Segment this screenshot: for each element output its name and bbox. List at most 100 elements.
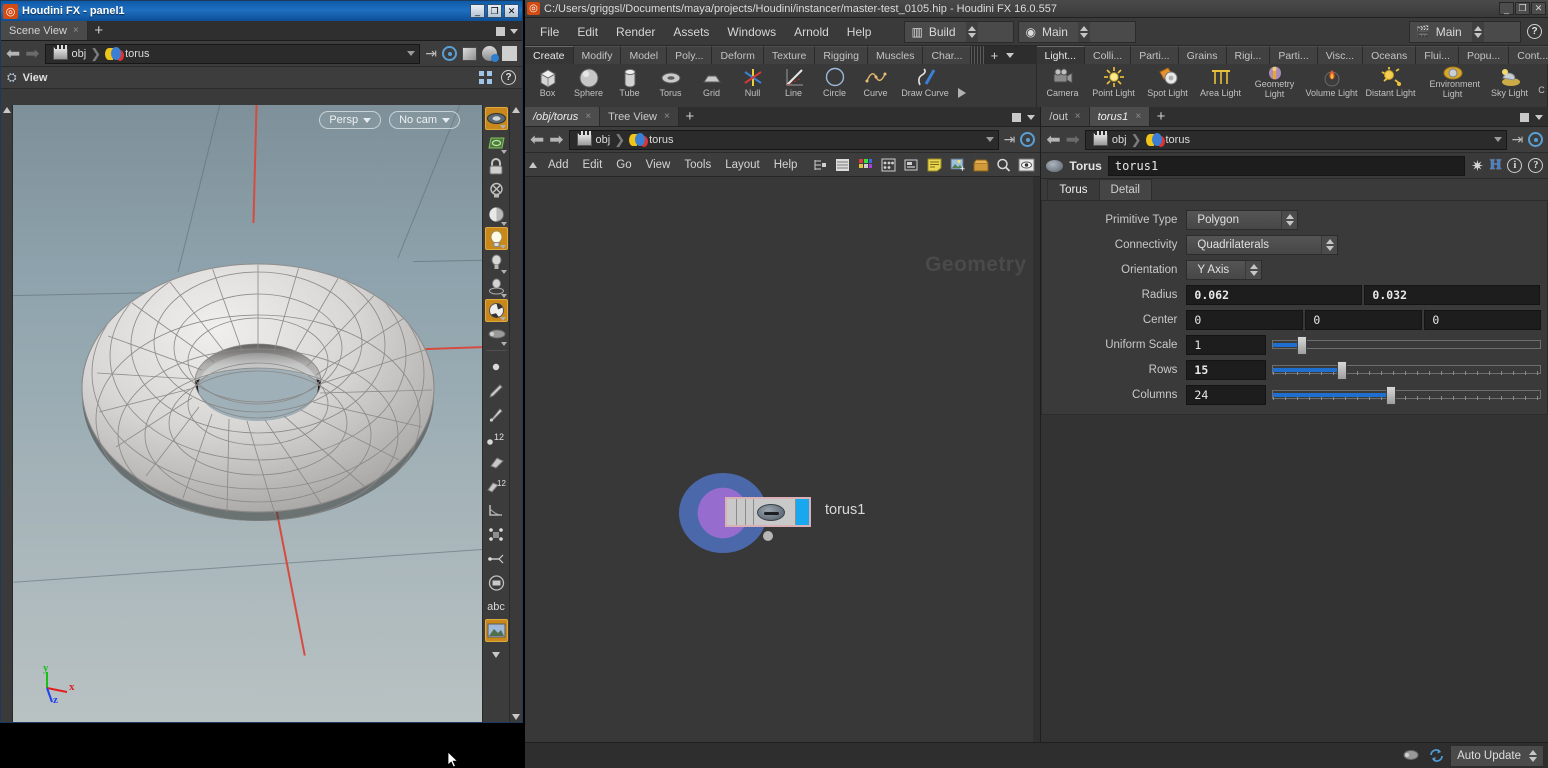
- node-display-flag-icon[interactable]: [757, 503, 785, 521]
- select-icon[interactable]: [485, 523, 508, 546]
- network-icon[interactable]: [479, 71, 493, 84]
- shelf-tool-sky-light[interactable]: Sky Light: [1485, 64, 1535, 106]
- forward-arrow-icon[interactable]: ➡: [1066, 131, 1080, 148]
- handle-icon[interactable]: [485, 547, 508, 570]
- shelf-tool-box[interactable]: Box: [527, 64, 568, 106]
- info-icon[interactable]: i: [1507, 158, 1523, 173]
- menu-render[interactable]: Render: [607, 22, 664, 42]
- shelf-tab-modify[interactable]: Modify: [573, 46, 622, 64]
- slider-handle[interactable]: [1337, 361, 1348, 380]
- network-menu-tools[interactable]: Tools: [677, 157, 718, 173]
- menu-file[interactable]: File: [531, 22, 568, 42]
- submenu-arrow-icon[interactable]: [499, 245, 506, 249]
- box-package-icon[interactable]: [971, 156, 990, 174]
- back-arrow-icon[interactable]: ⬅: [530, 131, 544, 148]
- shelf-tool-torus[interactable]: Torus: [650, 64, 691, 106]
- menu-assets[interactable]: Assets: [664, 22, 718, 42]
- help-icon[interactable]: ?: [1527, 24, 1542, 39]
- node-body[interactable]: [725, 497, 811, 527]
- breadcrumb-obj[interactable]: obj: [573, 131, 615, 146]
- pin-icon[interactable]: ⇥: [425, 45, 437, 62]
- network-menu-layout[interactable]: Layout: [718, 157, 767, 173]
- desktop-combo[interactable]: ▥ Build: [904, 20, 1015, 43]
- dim-light-icon[interactable]: [485, 275, 508, 298]
- point-light-icon[interactable]: [485, 251, 508, 274]
- viewport-persp-dropdown[interactable]: Persp: [319, 111, 382, 129]
- menu-edit[interactable]: Edit: [568, 22, 607, 42]
- panel1-path-field[interactable]: obj ❯ torus: [44, 43, 421, 64]
- auto-update-spinner[interactable]: [1529, 749, 1537, 762]
- shelf-tool-spot-light[interactable]: Spot Light: [1141, 64, 1195, 106]
- submenu-arrow-icon[interactable]: [500, 294, 507, 298]
- primitive-type-dropdown[interactable]: Polygon: [1186, 210, 1299, 230]
- desktop-combo-spinner[interactable]: [965, 21, 978, 42]
- search-icon[interactable]: [994, 156, 1013, 174]
- cube-icon[interactable]: [462, 46, 477, 61]
- orientation-dropdown[interactable]: Y Axis: [1186, 260, 1263, 280]
- shelf-grip[interactable]: [971, 46, 986, 64]
- shelf-tool-camera[interactable]: Camera: [1039, 64, 1087, 106]
- shelf-tab-populate[interactable]: Popu...: [1458, 46, 1510, 64]
- center-field-x[interactable]: 0: [1186, 310, 1304, 330]
- light-bulb-icon[interactable]: [484, 227, 508, 250]
- view-menu-icon[interactable]: ⛭: [7, 70, 17, 85]
- shelf-tool-circle[interactable]: Circle: [814, 64, 855, 106]
- shelf-tab-containers[interactable]: Cont...: [1509, 46, 1548, 64]
- hierarchy-icon[interactable]: [810, 156, 829, 174]
- material-icon[interactable]: [484, 299, 508, 322]
- minimize-button[interactable]: _: [470, 4, 485, 18]
- submenu-arrow-icon[interactable]: [499, 125, 506, 129]
- help-icon[interactable]: ?: [1528, 158, 1544, 173]
- breadcrumb-torus[interactable]: torus: [625, 132, 677, 147]
- restore-button[interactable]: ❐: [1515, 2, 1530, 15]
- shelf-tool-line[interactable]: Line: [773, 64, 814, 106]
- scroll-up-icon[interactable]: [512, 107, 520, 113]
- add-tab-button[interactable]: +: [88, 21, 110, 40]
- param-tab-detail[interactable]: Detail: [1098, 179, 1152, 200]
- target-icon[interactable]: [1020, 132, 1036, 147]
- scroll-up-icon[interactable]: [529, 161, 537, 168]
- breadcrumb-obj[interactable]: obj: [49, 45, 91, 60]
- tab-torus1[interactable]: torus1 ×: [1089, 107, 1151, 126]
- node-render-flag[interactable]: [796, 499, 809, 525]
- scroll-down-icon[interactable]: [512, 714, 520, 720]
- paint12-icon[interactable]: 12: [485, 475, 508, 498]
- help-icon[interactable]: ?: [501, 70, 516, 85]
- angle-icon[interactable]: [485, 499, 508, 522]
- param-tab-torus[interactable]: Torus: [1047, 179, 1100, 200]
- shelf-tab-fluids[interactable]: Flui...: [1416, 46, 1459, 64]
- shelf-tab-rigids[interactable]: Rigi...: [1226, 46, 1271, 64]
- no-light-icon[interactable]: [485, 179, 508, 202]
- render-icon[interactable]: [485, 323, 508, 346]
- layout-icon[interactable]: [902, 156, 921, 174]
- shelf-tab-texture[interactable]: Texture: [763, 46, 816, 64]
- shelf-tool-caustic-light[interactable]: C: [1535, 64, 1548, 106]
- radius-field-2[interactable]: 0.032: [1364, 285, 1541, 305]
- toolbar-collapse-icon[interactable]: [485, 643, 508, 666]
- add-shelf-tab-button[interactable]: +: [985, 46, 1003, 64]
- maximize-pane-icon[interactable]: [1012, 112, 1022, 122]
- shelf-tab-poly[interactable]: Poly...: [667, 46, 713, 64]
- color-palette-icon[interactable]: [856, 156, 875, 174]
- lock-icon[interactable]: [485, 155, 508, 178]
- white-square-icon[interactable]: [502, 46, 517, 61]
- shelf-tab-model[interactable]: Model: [621, 46, 668, 64]
- shelf-tool-point-light[interactable]: Point Light: [1087, 64, 1141, 106]
- gear-icon[interactable]: ✷: [1471, 157, 1484, 175]
- close-icon[interactable]: ×: [1075, 111, 1081, 122]
- shelf-tool-geometry-light[interactable]: Geometry Light: [1247, 64, 1303, 106]
- point-icon[interactable]: [485, 355, 508, 378]
- abc-icon[interactable]: abc: [485, 595, 508, 618]
- add-tab-button[interactable]: +: [679, 107, 701, 126]
- pin-icon[interactable]: ⇥: [1004, 131, 1016, 148]
- back-arrow-icon[interactable]: ⬅: [6, 45, 20, 62]
- target-icon[interactable]: [1528, 132, 1544, 147]
- columns-slider[interactable]: [1272, 385, 1542, 405]
- scroll-up-icon[interactable]: [2, 107, 11, 113]
- dropdown-spinner-icon[interactable]: [1321, 236, 1338, 254]
- ghost-icon[interactable]: [485, 131, 508, 154]
- network-path-field[interactable]: obj ❯ torus: [568, 129, 999, 150]
- close-icon[interactable]: ×: [1135, 111, 1141, 122]
- chevron-down-icon[interactable]: [1027, 114, 1036, 120]
- viewport-right-scrollbar[interactable]: [509, 105, 522, 722]
